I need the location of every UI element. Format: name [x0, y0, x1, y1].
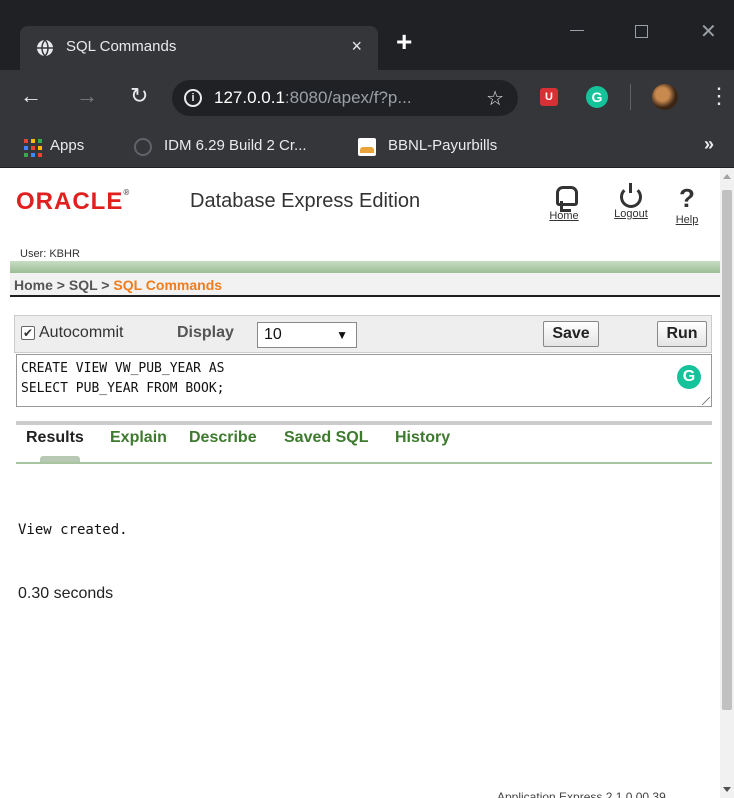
tab-close-icon[interactable]: × [351, 36, 362, 57]
autocommit-checkbox[interactable]: ✔ [21, 326, 35, 340]
command-toolbar: ✔ Autocommit Display 10 ▼ Save Run [14, 315, 712, 353]
grammarly-extension-icon[interactable]: G [586, 86, 608, 108]
tab-history[interactable]: History [395, 429, 450, 447]
oracle-logo: ORACLE® [16, 188, 130, 215]
home-icon [554, 186, 578, 212]
bbnl-icon [358, 138, 376, 156]
resize-handle[interactable] [702, 397, 710, 405]
page-scrollbar[interactable] [720, 168, 734, 798]
tab-explain[interactable]: Explain [110, 429, 167, 447]
tabs-top-divider [16, 421, 712, 425]
toolbar-divider [630, 84, 631, 110]
bookmark-bbnl[interactable]: BBNL-Payurbills [388, 137, 497, 154]
autocommit-label: Autocommit [39, 324, 124, 341]
result-message: View created. [18, 522, 128, 538]
save-button[interactable]: Save [543, 321, 599, 347]
tab-results[interactable]: Results [26, 429, 84, 447]
tab-describe[interactable]: Describe [189, 429, 257, 447]
scroll-thumb[interactable] [722, 190, 732, 710]
breadcrumb: Home > SQL > SQL Commands [14, 277, 223, 293]
display-value: 10 [264, 326, 282, 343]
reload-icon[interactable]: ↻ [130, 82, 148, 110]
bookmark-apps[interactable]: Apps [50, 137, 84, 154]
display-select[interactable]: 10 ▼ [257, 322, 357, 348]
question-mark-icon: ? [679, 183, 695, 213]
browser-chrome: SQL Commands × + ✕ ← → ↻ i 127.0.0.1:808… [0, 0, 734, 168]
breadcrumb-sql[interactable]: SQL [69, 277, 98, 293]
profile-avatar[interactable] [652, 84, 678, 110]
breadcrumb-home[interactable]: Home [14, 277, 53, 293]
tabs-bottom-divider [16, 462, 712, 464]
page-content: ORACLE® Database Express Edition Home Lo… [0, 168, 720, 798]
run-button[interactable]: Run [657, 321, 707, 347]
new-tab-button[interactable]: + [396, 28, 412, 56]
user-label: User: KBHR [20, 248, 80, 260]
globe-icon [37, 39, 53, 57]
window-close-icon[interactable]: ✕ [700, 19, 717, 44]
forward-arrow-icon[interactable]: → [76, 82, 98, 110]
tab-sql-commands[interactable]: SQL Commands × [20, 26, 378, 70]
minimize-icon[interactable] [570, 30, 584, 31]
sql-editor[interactable]: CREATE VIEW VW_PUB_YEAR AS SELECT PUB_YE… [16, 354, 712, 407]
info-icon[interactable]: i [184, 89, 202, 107]
tab-saved-sql[interactable]: Saved SQL [284, 429, 368, 447]
breadcrumb-bar: Home > SQL > SQL Commands [10, 273, 720, 297]
power-icon [620, 183, 642, 208]
display-label: Display [177, 324, 234, 341]
help-link[interactable]: ? Help [664, 182, 710, 226]
shield-extension-icon[interactable]: U [540, 88, 558, 106]
maximize-icon[interactable] [635, 25, 648, 38]
sql-text[interactable]: CREATE VIEW VW_PUB_YEAR AS SELECT PUB_YE… [21, 359, 225, 399]
grammarly-icon[interactable]: G [677, 365, 701, 389]
title-bar: SQL Commands × + ✕ [0, 0, 734, 70]
logout-link[interactable]: Logout [608, 182, 654, 220]
bookmark-star-icon[interactable]: ☆ [486, 86, 504, 111]
browser-toolbar: ← → ↻ i 127.0.0.1:8080/apex/f?p... ☆ U G… [0, 70, 734, 126]
url-text[interactable]: 127.0.0.1:8080/apex/f?p... [214, 88, 412, 108]
caret-down-icon: ▼ [336, 328, 348, 342]
home-link[interactable]: Home [541, 182, 587, 222]
elapsed-time: 0.30 seconds [18, 585, 114, 602]
bookmarks-bar: Apps IDM 6.29 Build 2 Cr... BBNL-Payurbi… [0, 126, 734, 168]
header-divider [10, 261, 720, 273]
address-bar[interactable]: i 127.0.0.1:8080/apex/f?p... ☆ [172, 80, 518, 116]
back-arrow-icon[interactable]: ← [20, 82, 42, 110]
menu-dots-icon[interactable]: ⋮ [708, 82, 730, 110]
scroll-up-icon[interactable] [723, 174, 731, 179]
breadcrumb-current: SQL Commands [113, 277, 223, 293]
more-bookmarks-icon[interactable]: » [704, 134, 714, 155]
apps-grid-icon[interactable] [24, 139, 42, 157]
scroll-down-icon[interactable] [723, 787, 731, 792]
globe-icon [134, 138, 152, 156]
bookmark-idm[interactable]: IDM 6.29 Build 2 Cr... [164, 137, 307, 154]
product-name: Database Express Edition [190, 190, 421, 212]
tab-title: SQL Commands [66, 38, 177, 55]
version-footer: Application Express 2.1.0.00.39 [497, 790, 666, 798]
